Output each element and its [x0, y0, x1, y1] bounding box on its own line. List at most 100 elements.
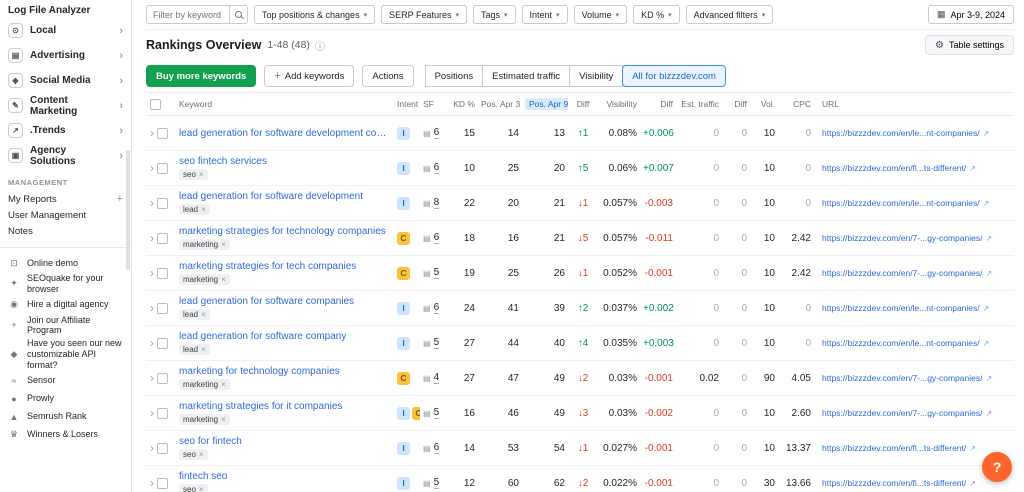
- info-icon[interactable]: ⓘ: [315, 38, 325, 53]
- filter-dropdown[interactable]: Tags ▾: [472, 5, 516, 24]
- sidebar-nav-item[interactable]: ▤ Advertising ›: [0, 43, 131, 68]
- sidebar-management-item[interactable]: User Management: [0, 207, 131, 223]
- row-checkbox[interactable]: [157, 162, 168, 174]
- keyword-tag[interactable]: marketing ×: [179, 239, 230, 250]
- keyword-link[interactable]: lead generation for software companies: [179, 296, 391, 307]
- keyword-tag[interactable]: lead ×: [179, 344, 210, 355]
- keyword-link[interactable]: marketing strategies for tech companies: [179, 261, 391, 272]
- serp-features-count[interactable]: 6: [433, 162, 440, 175]
- external-link-icon[interactable]: ↗: [969, 164, 976, 173]
- url-link[interactable]: https://bizzzdev.com/en/le...nt-companie…: [822, 303, 980, 313]
- url-link[interactable]: https://bizzzdev.com/en/7-...gy-companie…: [822, 373, 982, 383]
- keyword-tag[interactable]: marketing ×: [179, 379, 230, 390]
- row-checkbox[interactable]: [157, 407, 168, 419]
- url-link[interactable]: https://bizzzdev.com/en/fi...ts-differen…: [822, 443, 966, 453]
- url-link[interactable]: https://bizzzdev.com/en/fi...ts-differen…: [822, 163, 966, 173]
- sidebar-extra-item[interactable]: ♛ Winners & Losers: [0, 426, 131, 444]
- filter-dropdown[interactable]: Intent ▾: [521, 5, 568, 24]
- remove-tag-icon[interactable]: ×: [221, 380, 226, 389]
- filter-dropdown[interactable]: Advanced filters ▾: [685, 5, 774, 24]
- keyword-link[interactable]: fintech seo: [179, 471, 391, 482]
- row-expand-chevron[interactable]: ›: [150, 232, 154, 244]
- sidebar-scrollbar[interactable]: [126, 150, 130, 270]
- serp-features-count[interactable]: 5: [433, 267, 440, 280]
- sidebar-extra-item[interactable]: ● Prowly: [0, 390, 131, 408]
- remove-tag-icon[interactable]: ×: [221, 415, 226, 424]
- serp-features-icon[interactable]: ▤: [423, 269, 431, 278]
- keyword-tag[interactable]: seo ×: [179, 484, 208, 492]
- tab-all-for-domain[interactable]: All for bizzzdev.com: [622, 65, 726, 87]
- keyword-tag[interactable]: lead ×: [179, 204, 210, 215]
- tab-estimated-traffic[interactable]: Estimated traffic: [482, 65, 571, 87]
- serp-features-icon[interactable]: ▤: [423, 199, 431, 208]
- remove-tag-icon[interactable]: ×: [199, 170, 204, 179]
- sidebar-nav-item[interactable]: ↗ .Trends ›: [0, 118, 131, 143]
- url-link[interactable]: https://bizzzdev.com/en/le...nt-companie…: [822, 198, 980, 208]
- col-header-visibility-diff[interactable]: Diff: [640, 99, 676, 109]
- keyword-link[interactable]: lead generation for software development: [179, 191, 391, 202]
- filter-dropdown[interactable]: KD % ▾: [633, 5, 680, 24]
- row-checkbox[interactable]: [157, 477, 168, 489]
- select-all-checkbox[interactable]: [150, 98, 161, 110]
- remove-tag-icon[interactable]: ×: [201, 345, 206, 354]
- row-checkbox[interactable]: [157, 302, 168, 314]
- remove-tag-icon[interactable]: ×: [201, 205, 206, 214]
- remove-tag-icon[interactable]: ×: [201, 310, 206, 319]
- col-header-pos-apr3[interactable]: Pos. Apr 3: [478, 99, 522, 109]
- serp-features-icon[interactable]: ▤: [423, 409, 431, 418]
- serp-features-count[interactable]: 4: [433, 372, 440, 385]
- actions-button[interactable]: Actions: [362, 65, 414, 87]
- serp-features-count[interactable]: 8: [433, 197, 440, 210]
- keyword-link[interactable]: seo fintech services: [179, 156, 391, 167]
- external-link-icon[interactable]: ↗: [969, 479, 976, 488]
- external-link-icon[interactable]: ↗: [969, 444, 976, 453]
- external-link-icon[interactable]: ↗: [983, 304, 990, 313]
- external-link-icon[interactable]: ↗: [985, 234, 992, 243]
- row-expand-chevron[interactable]: ›: [150, 127, 154, 139]
- row-expand-chevron[interactable]: ›: [150, 407, 154, 419]
- sidebar-nav-item[interactable]: ◈ Social Media ›: [0, 68, 131, 93]
- external-link-icon[interactable]: ↗: [985, 409, 992, 418]
- row-expand-chevron[interactable]: ›: [150, 442, 154, 454]
- tab-positions[interactable]: Positions: [424, 65, 484, 87]
- row-expand-chevron[interactable]: ›: [150, 197, 154, 209]
- external-link-icon[interactable]: ↗: [983, 339, 990, 348]
- serp-features-count[interactable]: 5: [433, 337, 440, 350]
- remove-tag-icon[interactable]: ×: [221, 275, 226, 284]
- url-link[interactable]: https://bizzzdev.com/en/7-...gy-companie…: [822, 233, 982, 243]
- serp-features-icon[interactable]: ▤: [423, 304, 431, 313]
- serp-features-count[interactable]: 6: [433, 232, 440, 245]
- external-link-icon[interactable]: ↗: [985, 374, 992, 383]
- serp-features-icon[interactable]: ▤: [423, 479, 431, 488]
- row-checkbox[interactable]: [157, 372, 168, 384]
- row-checkbox[interactable]: [157, 337, 168, 349]
- col-header-volume[interactable]: Vol.: [750, 99, 778, 109]
- serp-features-icon[interactable]: ▤: [423, 164, 431, 173]
- keyword-tag[interactable]: marketing ×: [179, 274, 230, 285]
- keyword-tag[interactable]: seo ×: [179, 449, 208, 460]
- row-checkbox[interactable]: [157, 267, 168, 279]
- remove-tag-icon[interactable]: ×: [199, 485, 204, 492]
- search-icon[interactable]: [229, 6, 247, 23]
- external-link-icon[interactable]: ↗: [983, 199, 990, 208]
- col-header-visibility[interactable]: Visibility: [598, 99, 640, 109]
- add-keywords-button[interactable]: + Add keywords: [264, 65, 355, 87]
- row-expand-chevron[interactable]: ›: [150, 337, 154, 349]
- buy-more-keywords-button[interactable]: Buy more keywords: [146, 65, 257, 87]
- keyword-link[interactable]: seo for fintech: [179, 436, 391, 447]
- keyword-link[interactable]: marketing strategies for it companies: [179, 401, 391, 412]
- col-header-cpc[interactable]: CPC: [778, 99, 814, 109]
- help-button[interactable]: ?: [982, 452, 1012, 482]
- filter-dropdown[interactable]: SERP Features ▾: [381, 5, 467, 24]
- external-link-icon[interactable]: ↗: [985, 269, 992, 278]
- sidebar-nav-item[interactable]: ▣ Agency Solutions ›: [0, 143, 131, 168]
- row-checkbox[interactable]: [157, 197, 168, 209]
- tab-visibility[interactable]: Visibility: [569, 65, 624, 87]
- url-link[interactable]: https://bizzzdev.com/en/le...nt-companie…: [822, 128, 980, 138]
- col-header-url[interactable]: URL: [814, 99, 1014, 109]
- col-header-keyword[interactable]: Keyword: [176, 99, 394, 109]
- sidebar-extra-item[interactable]: ✦ SEOquake for your browser: [0, 272, 131, 296]
- table-settings-button[interactable]: ⚙ Table settings: [924, 35, 1014, 55]
- sidebar-extra-item[interactable]: ◉ Hire a digital agency: [0, 296, 131, 314]
- serp-features-count[interactable]: 6: [433, 442, 440, 455]
